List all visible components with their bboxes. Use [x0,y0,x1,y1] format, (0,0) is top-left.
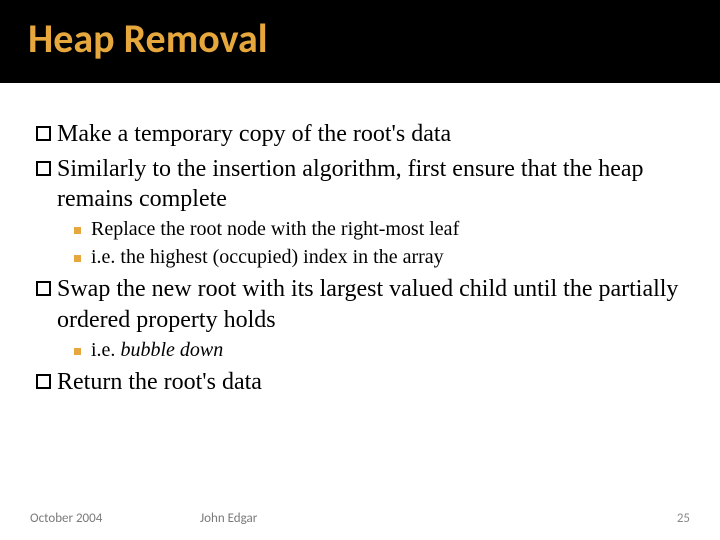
square-bullet-icon [74,255,81,262]
sub-bullet-item: Replace the root node with the right-mos… [74,217,690,243]
bullet-item: Make a temporary copy of the root's data [36,119,690,150]
checkbox-icon [36,161,51,176]
sub-bullet-item: i.e. the highest (occupied) index in the… [74,245,690,271]
sub-bullet-italic: bubble down [120,339,223,361]
checkbox-icon [36,126,51,141]
footer-date: October 2004 [30,511,102,526]
content-area: Make a temporary copy of the root's data… [0,83,720,398]
sub-bullet-prefix: i.e. [91,339,120,361]
slide: Heap Removal Make a temporary copy of th… [0,0,720,540]
sub-bullet-text: i.e. the highest (occupied) index in the… [91,245,690,271]
bullet-item: Swap the new root with its largest value… [36,274,690,335]
square-bullet-icon [74,227,81,234]
bullet-text: Return the root's data [57,367,690,398]
sub-bullet-text: i.e. bubble down [91,338,690,364]
sub-bullet-text: Replace the root node with the right-mos… [91,217,690,243]
square-bullet-icon [74,348,81,355]
checkbox-icon [36,281,51,296]
footer-page-number: 25 [677,511,690,526]
bullet-text: Similarly to the insertion algorithm, fi… [57,154,690,215]
title-bar: Heap Removal [0,0,720,83]
bullet-item: Return the root's data [36,367,690,398]
checkbox-icon [36,374,51,389]
bullet-text: Swap the new root with its largest value… [57,274,690,335]
footer-author: John Edgar [200,511,257,526]
sub-bullet-item: i.e. bubble down [74,338,690,364]
bullet-item: Similarly to the insertion algorithm, fi… [36,154,690,215]
bullet-text: Make a temporary copy of the root's data [57,119,690,150]
title: Heap Removal [28,14,268,63]
